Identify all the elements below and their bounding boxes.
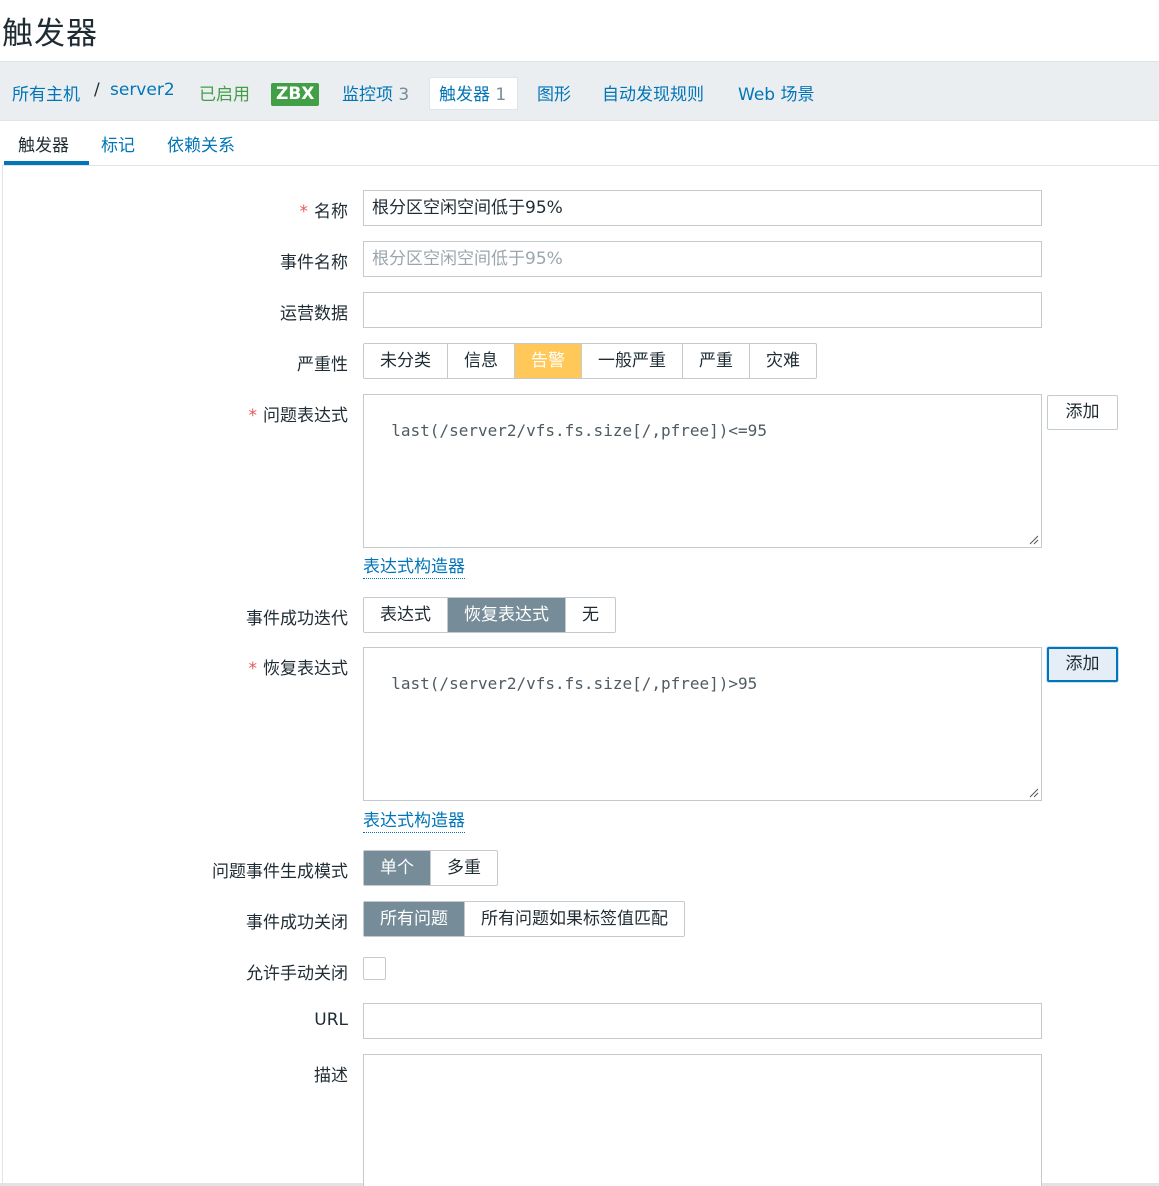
recovery-expression-add-button[interactable]: 添加 xyxy=(1047,647,1118,682)
manual-close-label: 允许手动关闭 xyxy=(246,964,348,984)
problem-mode-label: 问题事件生成模式 xyxy=(212,862,348,882)
ok-close-all-problems[interactable]: 所有问题 xyxy=(364,902,465,936)
required-marker: * xyxy=(248,659,258,679)
problem-mode-multiple[interactable]: 多重 xyxy=(431,851,497,885)
tab-trigger[interactable]: 触发器 xyxy=(18,131,69,156)
severity-not-classified[interactable]: 未分类 xyxy=(364,344,448,378)
description-textarea[interactable] xyxy=(363,1054,1042,1186)
expression-add-button[interactable]: 添加 xyxy=(1047,395,1118,430)
form-tabs: 触发器 标记 依赖关系 xyxy=(2,121,1159,166)
active-tab-indicator xyxy=(4,161,89,165)
items-count: 3 xyxy=(398,85,410,105)
ok-close-tag-match[interactable]: 所有问题如果标签值匹配 xyxy=(465,902,684,936)
expression-label-text: 问题表达式 xyxy=(263,406,348,426)
name-label-text: 名称 xyxy=(314,202,348,222)
severity-average[interactable]: 一般严重 xyxy=(582,344,683,378)
tab-dependencies[interactable]: 依赖关系 xyxy=(167,131,235,156)
graphs-link[interactable]: 图形 xyxy=(537,80,571,105)
resize-grip-icon[interactable] xyxy=(1029,535,1039,545)
severity-selector: 未分类 信息 告警 一般严重 严重 灾难 xyxy=(363,343,817,379)
manual-close-checkbox[interactable] xyxy=(363,957,386,980)
recovery-expression-label-text: 恢复表达式 xyxy=(263,659,348,679)
web-scenarios-link[interactable]: Web 场景 xyxy=(738,80,814,105)
host-status[interactable]: 已启用 xyxy=(199,80,250,105)
items-link[interactable]: 监控项 3 xyxy=(342,80,409,105)
severity-warning[interactable]: 告警 xyxy=(515,344,582,378)
host-navigation: 所有主机 / server2 已启用 ZBX 监控项 3 触发器 1 图形 自动… xyxy=(0,61,1159,121)
all-hosts-link[interactable]: 所有主机 xyxy=(12,80,80,105)
host-link[interactable]: server2 xyxy=(110,80,175,100)
recovery-expression-label: * 恢复表达式 xyxy=(249,654,349,679)
expression-textarea[interactable]: last(/server2/vfs.fs.size[/,pfree])<=95 xyxy=(363,394,1042,548)
triggers-label: 触发器 xyxy=(439,85,490,105)
ok-close-selector: 所有问题 所有问题如果标签值匹配 xyxy=(363,901,685,937)
problem-mode-selector: 单个 多重 xyxy=(363,850,498,886)
page-title: 触发器 xyxy=(2,16,98,52)
description-label: 描述 xyxy=(314,1066,348,1086)
tab-tags[interactable]: 标记 xyxy=(101,131,135,156)
recovery-expression-textarea[interactable]: last(/server2/vfs.fs.size[/,pfree])>95 xyxy=(363,647,1042,801)
required-marker: * xyxy=(299,202,309,222)
recovery-mode-none[interactable]: 无 xyxy=(566,598,615,632)
severity-disaster[interactable]: 灾难 xyxy=(750,344,816,378)
zbx-availability-badge: ZBX xyxy=(271,83,320,106)
severity-high[interactable]: 严重 xyxy=(683,344,750,378)
recovery-expression-text: last(/server2/vfs.fs.size[/,pfree])>95 xyxy=(391,674,758,693)
recovery-expression-builder-link[interactable]: 表达式构造器 xyxy=(363,810,465,833)
url-input[interactable] xyxy=(363,1003,1042,1039)
triggers-count: 1 xyxy=(495,85,507,105)
required-marker: * xyxy=(248,406,258,426)
recovery-mode-expression[interactable]: 表达式 xyxy=(364,598,448,632)
form-frame-left-border xyxy=(2,166,3,1186)
expression-label: * 问题表达式 xyxy=(249,401,349,426)
items-label: 监控项 xyxy=(342,85,393,105)
severity-information[interactable]: 信息 xyxy=(448,344,515,378)
breadcrumb-separator: / xyxy=(94,80,100,100)
severity-label: 严重性 xyxy=(297,355,348,375)
name-label: * 名称 xyxy=(300,197,349,222)
discovery-rules-link[interactable]: 自动发现规则 xyxy=(602,80,704,105)
opdata-label: 运营数据 xyxy=(280,304,348,324)
event-name-label: 事件名称 xyxy=(280,253,348,273)
event-name-input[interactable]: 根分区空闲空间低于95% xyxy=(363,241,1042,277)
problem-mode-single[interactable]: 单个 xyxy=(364,851,431,885)
expression-text: last(/server2/vfs.fs.size[/,pfree])<=95 xyxy=(391,421,767,440)
ok-close-label: 事件成功关闭 xyxy=(246,913,348,933)
expression-builder-link[interactable]: 表达式构造器 xyxy=(363,556,465,579)
opdata-input[interactable] xyxy=(363,292,1042,328)
recovery-mode-label: 事件成功迭代 xyxy=(246,609,348,629)
recovery-mode-selector: 表达式 恢复表达式 无 xyxy=(363,597,616,633)
triggers-link[interactable]: 触发器 1 xyxy=(439,80,506,105)
resize-grip-icon[interactable] xyxy=(1029,788,1039,798)
recovery-mode-recovery-expression[interactable]: 恢复表达式 xyxy=(448,598,566,632)
name-input[interactable]: 根分区空闲空间低于95% xyxy=(363,190,1042,226)
url-label: URL xyxy=(314,1010,348,1030)
